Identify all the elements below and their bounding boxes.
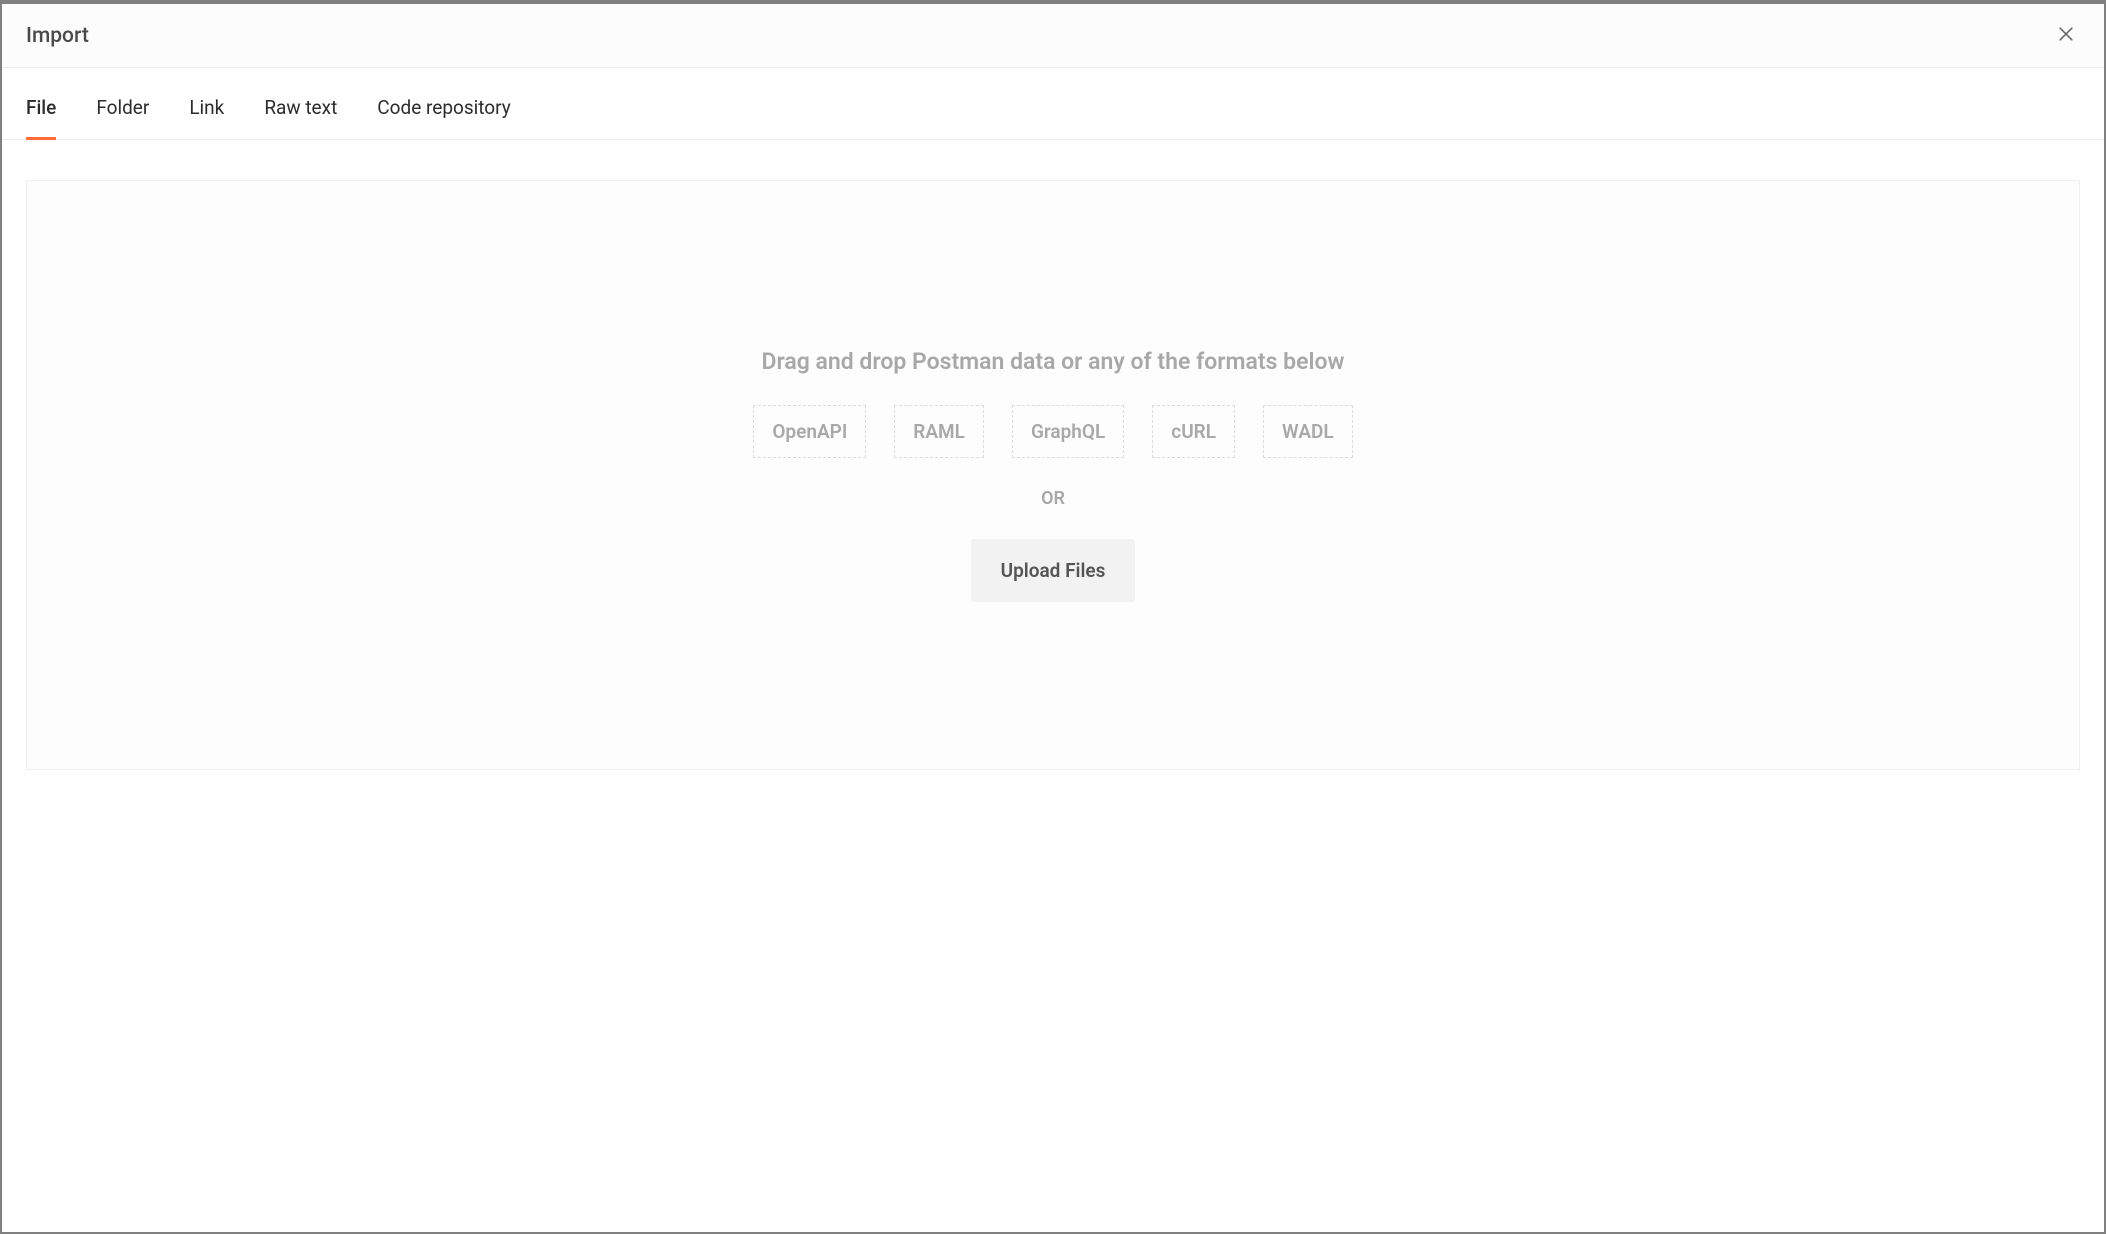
supported-formats: OpenAPI RAML GraphQL cURL WADL bbox=[753, 405, 1352, 458]
tab-link[interactable]: Link bbox=[189, 72, 224, 139]
dropzone-inner: Drag and drop Postman data or any of the… bbox=[753, 348, 1352, 602]
format-curl: cURL bbox=[1152, 405, 1235, 458]
close-icon bbox=[2056, 24, 2076, 47]
separator-text: OR bbox=[1041, 488, 1065, 509]
dropzone-message: Drag and drop Postman data or any of the… bbox=[762, 348, 1345, 375]
close-button[interactable] bbox=[2052, 20, 2080, 51]
format-openapi: OpenAPI bbox=[753, 405, 866, 458]
tab-file[interactable]: File bbox=[26, 72, 56, 139]
content-area: Drag and drop Postman data or any of the… bbox=[2, 140, 2104, 794]
format-raml: RAML bbox=[894, 405, 984, 458]
format-graphql: GraphQL bbox=[1012, 405, 1124, 458]
tab-raw-text[interactable]: Raw text bbox=[264, 72, 337, 139]
upload-files-button[interactable]: Upload Files bbox=[971, 539, 1136, 602]
tab-folder[interactable]: Folder bbox=[96, 72, 149, 139]
tab-code-repository[interactable]: Code repository bbox=[377, 72, 510, 139]
import-tabs: File Folder Link Raw text Code repositor… bbox=[2, 72, 2104, 140]
format-wadl: WADL bbox=[1263, 405, 1353, 458]
file-dropzone[interactable]: Drag and drop Postman data or any of the… bbox=[26, 180, 2080, 770]
dialog-header: Import bbox=[2, 4, 2104, 68]
dialog-title: Import bbox=[26, 24, 89, 48]
